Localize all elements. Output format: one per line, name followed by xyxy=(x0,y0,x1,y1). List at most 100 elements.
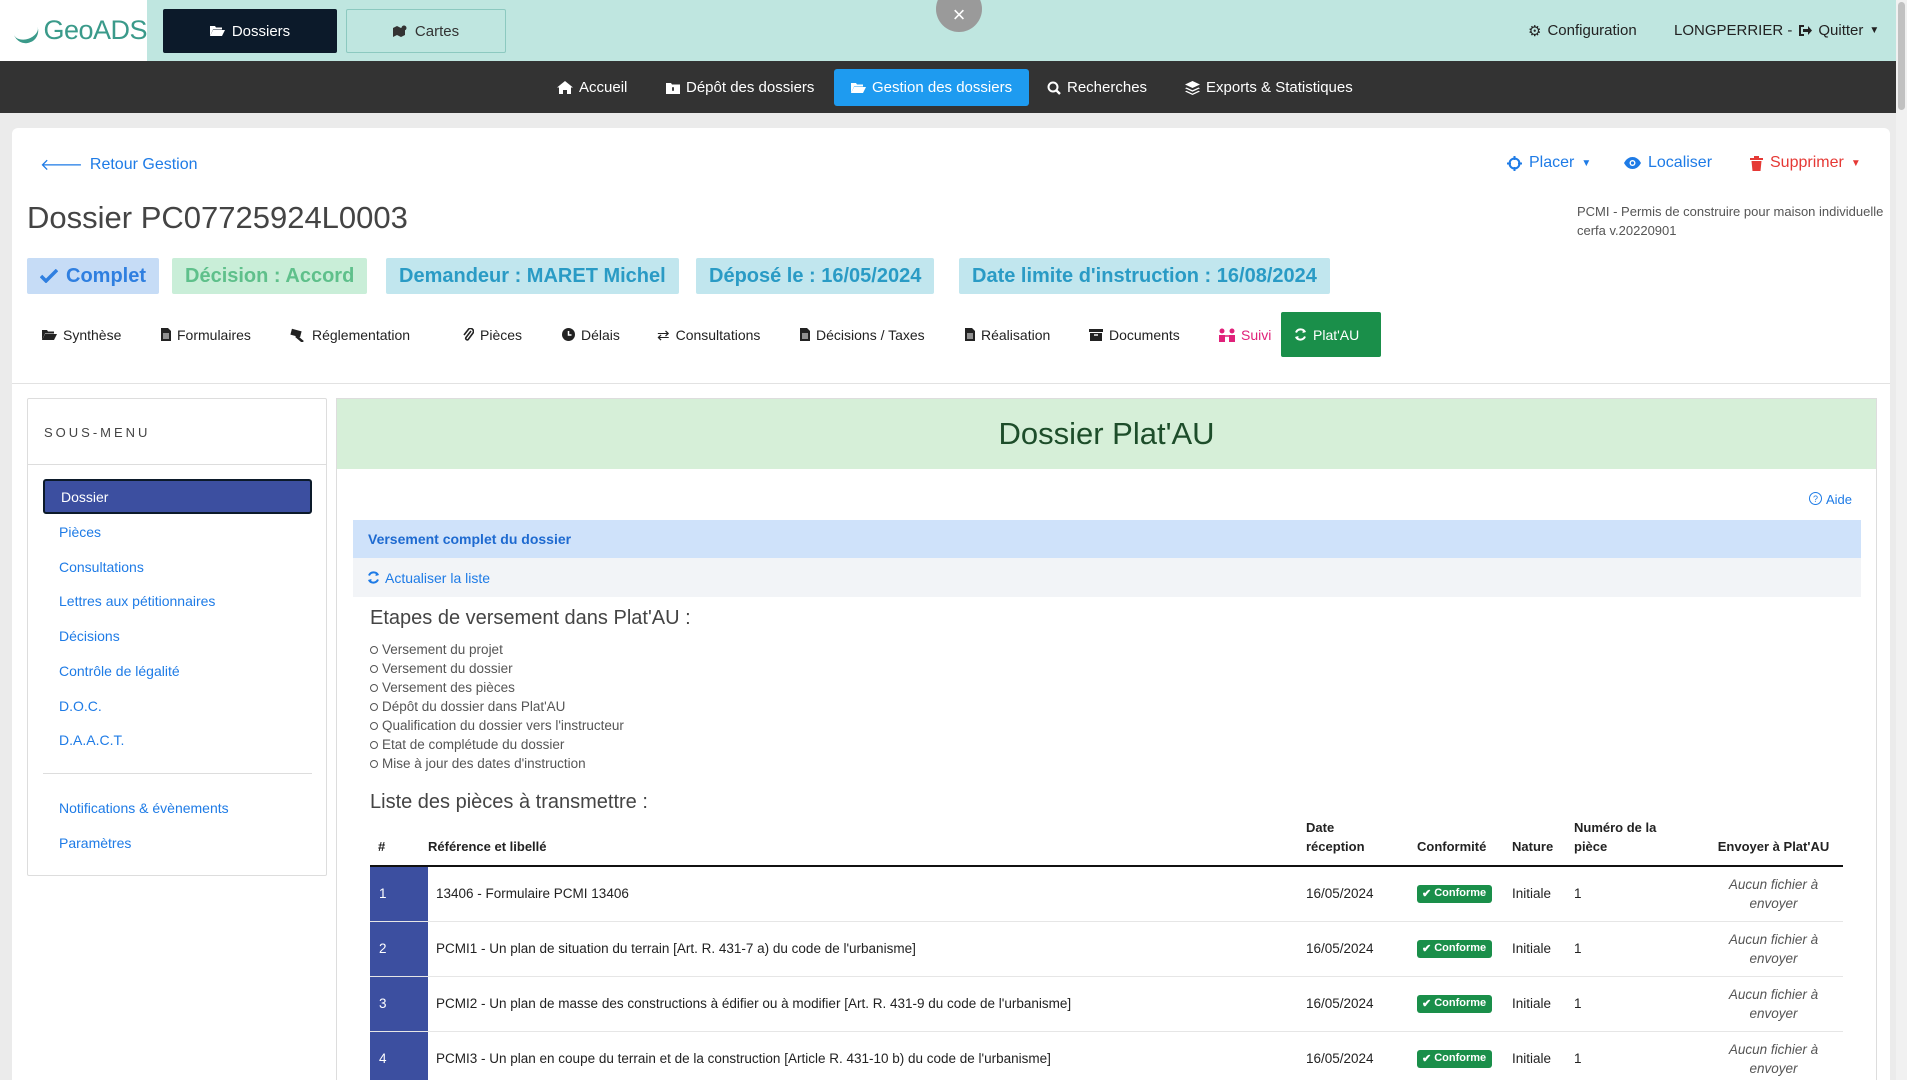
circle-icon xyxy=(370,683,378,692)
tab-decisions-taxes[interactable]: Décisions / Taxes xyxy=(787,312,938,357)
sidebar-item-dossier[interactable]: Dossier xyxy=(43,479,312,514)
row-envoyer: Aucun fichier à envoyer xyxy=(1704,921,1843,977)
content-title: Dossier Plat'AU xyxy=(337,399,1876,469)
tab-suivi[interactable]: Suivi xyxy=(1206,312,1284,357)
row-number: 3 xyxy=(370,976,428,1032)
complet-label: Complet xyxy=(66,264,146,287)
scrollbar-thumb[interactable] xyxy=(1898,2,1905,110)
tab-documents[interactable]: Documents xyxy=(1076,312,1193,357)
status-badge-decision: Décision : Accord xyxy=(172,258,368,294)
conforme-badge: ✔ Conforme xyxy=(1417,884,1493,903)
row-conformite: ✔ Conforme xyxy=(1417,1031,1512,1080)
table-row[interactable]: 1 13406 - Formulaire PCMI 13406 16/05/20… xyxy=(370,866,1843,922)
sidebar-item-decisions[interactable]: Décisions xyxy=(43,618,312,653)
archive-icon xyxy=(1089,328,1103,341)
tab-formulaires[interactable]: Formulaires xyxy=(148,312,264,357)
step-label: Versement des pièces xyxy=(382,680,515,695)
tab-formulaires-label: Formulaires xyxy=(177,326,251,343)
table-row[interactable]: 3 PCMI2 - Un plan de masse des construct… xyxy=(370,976,1843,1032)
tab-reglementation-label: Réglementation xyxy=(312,326,411,343)
tab-suivi-label: Suivi xyxy=(1241,326,1272,343)
placer-label: Placer xyxy=(1529,154,1575,171)
close-button[interactable]: × xyxy=(936,0,982,32)
tab-realisation-label: Réalisation xyxy=(981,326,1051,343)
sidebar-item-doc[interactable]: D.O.C. xyxy=(43,688,312,723)
dossiers-label: Dossiers xyxy=(231,22,291,40)
nav-exports[interactable]: Exports & Statistiques xyxy=(1168,69,1370,106)
tab-realisation[interactable]: Réalisation xyxy=(952,312,1063,357)
row-number: 2 xyxy=(370,921,428,977)
tab-delais[interactable]: Délais xyxy=(549,312,633,357)
dossiers-button[interactable]: Dossiers xyxy=(163,9,337,53)
tab-reglementation[interactable]: Réglementation xyxy=(277,312,423,357)
conforme-label: Conforme xyxy=(1434,887,1487,900)
back-link[interactable]: 🡐 Retour Gestion xyxy=(40,154,198,175)
status-badge-date-limite: Date limite d'instruction : 16/08/2024 xyxy=(959,258,1330,294)
tab-platau[interactable]: Plat'AU xyxy=(1281,312,1381,357)
nav-depot[interactable]: Dépôt des dossiers xyxy=(649,69,831,106)
file-text-icon xyxy=(800,328,810,341)
tab-synthese[interactable]: Synthèse xyxy=(29,312,134,357)
nav-gestion[interactable]: Gestion des dossiers xyxy=(834,69,1030,106)
tab-decisions-label: Décisions / Taxes xyxy=(816,326,925,343)
col-date-line2: réception xyxy=(1306,839,1365,854)
localiser-label: Localiser xyxy=(1648,154,1713,171)
list-item: Etat de complétude du dossier xyxy=(370,735,1861,754)
sidebar-item-controle[interactable]: Contrôle de légalité xyxy=(43,653,312,688)
tab-documents-label: Documents xyxy=(1109,326,1180,343)
circle-icon xyxy=(370,702,378,711)
configuration-link[interactable]: ⚙ Configuration xyxy=(1528,0,1637,61)
row-reference: PCMI1 - Un plan de situation du terrain … xyxy=(428,921,1306,977)
tab-pieces[interactable]: Pièces xyxy=(450,312,535,357)
sidebar-item-daact[interactable]: D.A.A.C.T. xyxy=(43,722,312,757)
col-nature: Nature xyxy=(1512,818,1574,867)
sidebar-item-consultations[interactable]: Consultations xyxy=(43,549,312,584)
sidebar-item-lettres[interactable]: Lettres aux pétitionnaires xyxy=(43,583,312,618)
row-numero: 1 xyxy=(1574,1031,1704,1080)
sidebar-item-notifications[interactable]: Notifications & évènements xyxy=(43,790,312,825)
step-label: Versement du projet xyxy=(382,642,503,657)
table-row[interactable]: 2 PCMI1 - Un plan de situation du terrai… xyxy=(370,921,1843,977)
envoyer-line1: Aucun fichier à xyxy=(1728,1041,1819,1057)
list-item: Mise à jour des dates d'instruction xyxy=(370,754,1861,773)
tab-consultations[interactable]: ⇄ Consultations xyxy=(644,312,773,357)
col-num: # xyxy=(370,818,428,867)
list-item: Dépôt du dossier dans Plat'AU xyxy=(370,697,1861,716)
circle-icon xyxy=(370,664,378,673)
refresh-icon xyxy=(1295,328,1306,341)
user-menu[interactable]: LONGPERRIER - Quitter ▼ xyxy=(1674,0,1879,61)
versement-panel: Versement complet du dossier Actualiser … xyxy=(353,520,1861,1080)
sidebar-item-pieces[interactable]: Pièces xyxy=(43,514,312,549)
aide-link[interactable]: ? Aide xyxy=(1808,492,1852,507)
row-conformite: ✔ Conforme xyxy=(1417,921,1512,977)
table-row[interactable]: 4 PCMI3 - Un plan en coupe du terrain et… xyxy=(370,1031,1843,1080)
sitemap-icon xyxy=(1219,328,1235,342)
home-icon xyxy=(557,81,573,94)
supprimer-dropdown[interactable]: Supprimer ▼ xyxy=(1750,154,1861,172)
row-reference: PCMI3 - Un plan en coupe du terrain et d… xyxy=(428,1031,1306,1080)
localiser-button[interactable]: Localiser xyxy=(1624,154,1712,172)
conforme-badge: ✔ Conforme xyxy=(1417,939,1493,958)
caret-down-icon: ▼ xyxy=(1869,25,1880,36)
sidebar-item-parametres[interactable]: Paramètres xyxy=(43,825,312,860)
col-numero: Numéro de la pièce xyxy=(1574,818,1704,867)
nav-accueil[interactable]: Accueil xyxy=(540,69,644,106)
envoyer-line2: envoyer xyxy=(1749,1060,1798,1076)
supprimer-label: Supprimer xyxy=(1770,154,1844,171)
cerfa-version: cerfa v.20220901 xyxy=(1577,223,1677,238)
envoyer-line2: envoyer xyxy=(1749,950,1798,966)
status-badge-demandeur: Demandeur : MARET Michel xyxy=(386,258,679,294)
col-numero-line1: Numéro de la xyxy=(1574,820,1657,835)
nav-recherches[interactable]: Recherches xyxy=(1030,69,1164,106)
geoads-logo[interactable]: GeoADS xyxy=(0,0,147,61)
envoyer-line1: Aucun fichier à xyxy=(1728,931,1819,947)
refresh-list-link[interactable]: Actualiser la liste xyxy=(353,558,1861,597)
page-scrollbar[interactable] xyxy=(1896,0,1907,1080)
placer-dropdown[interactable]: Placer ▼ xyxy=(1507,154,1591,172)
quit-label: Quitter xyxy=(1818,22,1864,39)
refresh-icon xyxy=(368,571,379,584)
caret-down-icon: ▼ xyxy=(1850,157,1861,169)
cartes-button[interactable]: Cartes xyxy=(346,9,506,53)
steps-list: Versement du projet Versement du dossier… xyxy=(370,640,1861,773)
row-envoyer: Aucun fichier à envoyer xyxy=(1704,1031,1843,1080)
